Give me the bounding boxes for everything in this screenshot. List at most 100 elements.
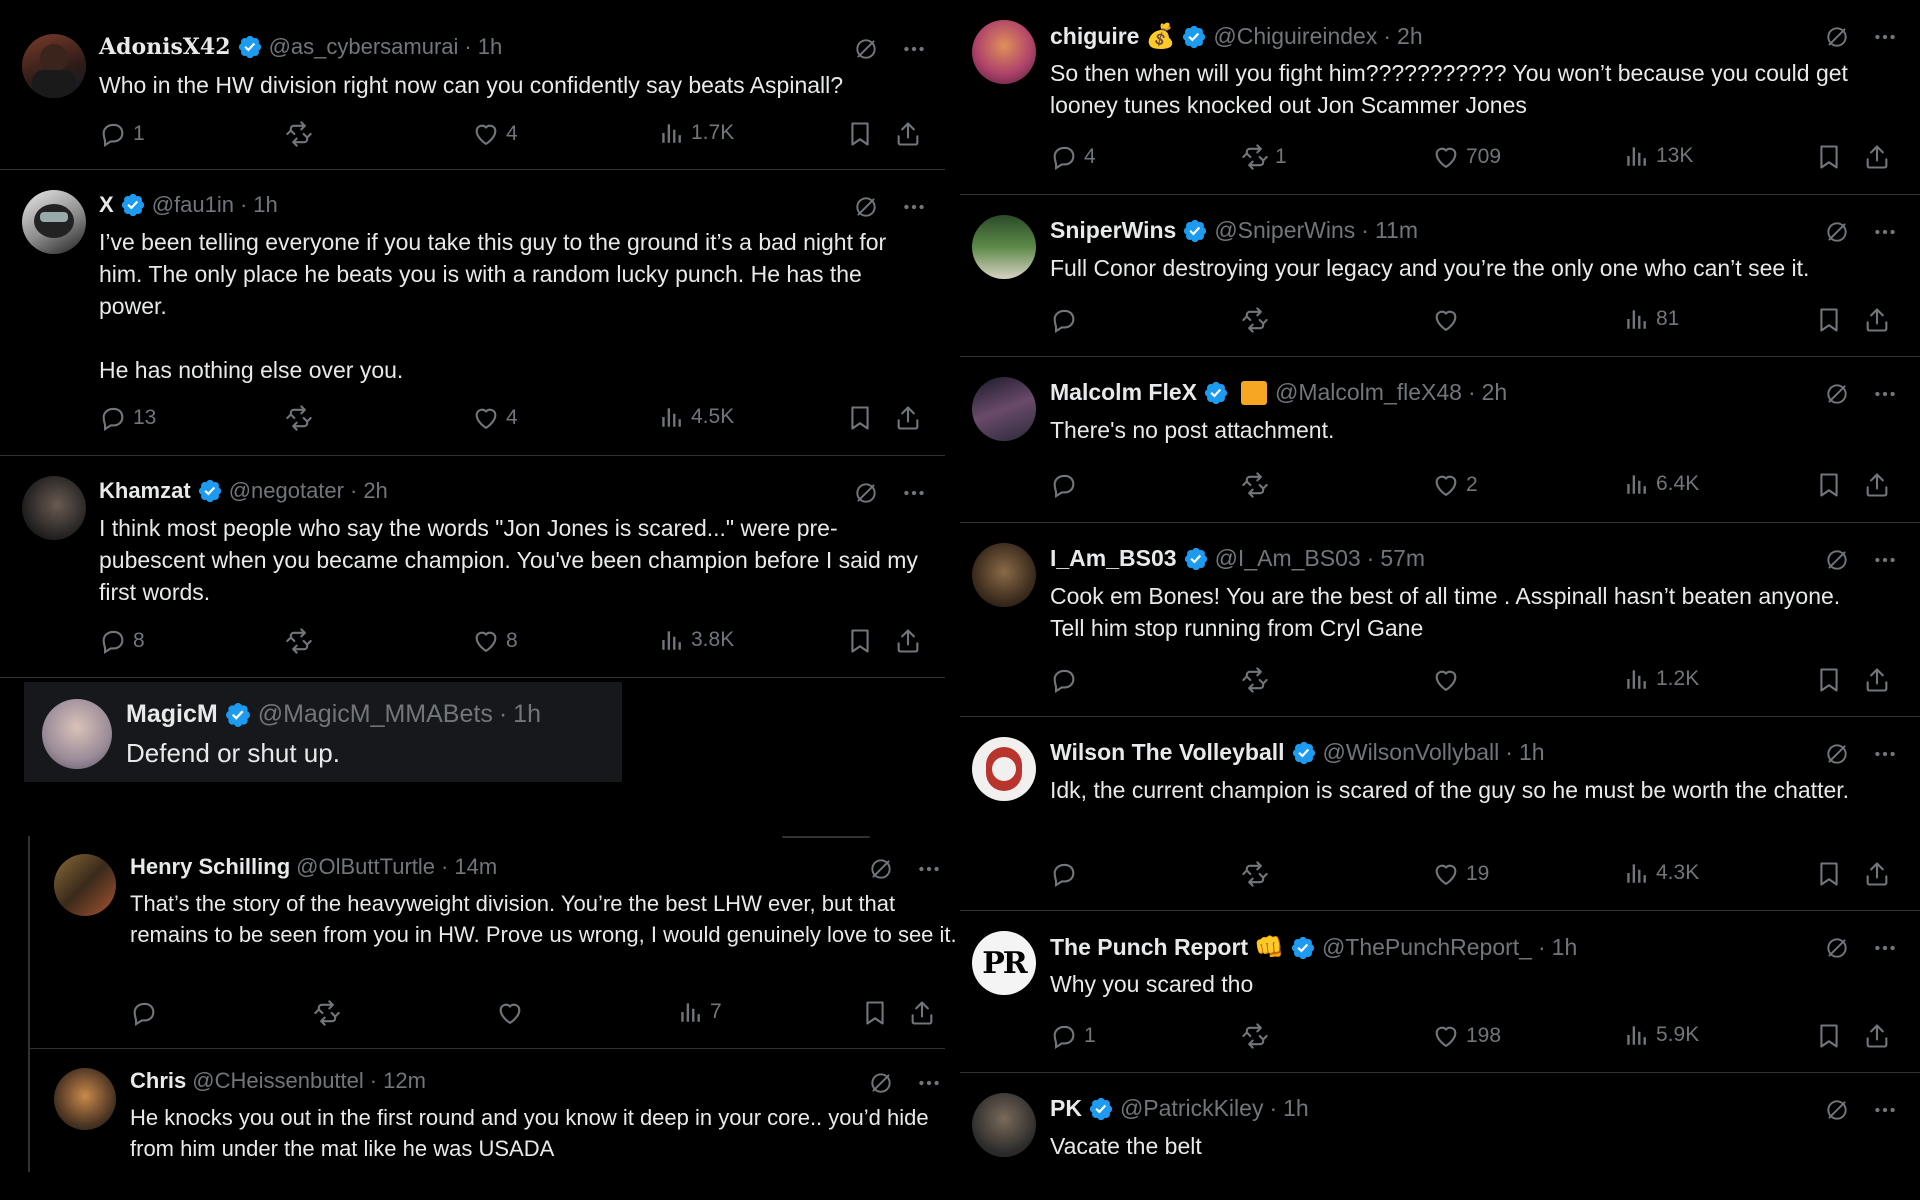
bookmark-button[interactable] <box>861 999 889 1027</box>
author-handle[interactable]: @Malcolm_fleX48 <box>1275 379 1462 406</box>
reply-button[interactable] <box>1050 666 1078 694</box>
share-button[interactable] <box>894 404 922 432</box>
repost-button[interactable] <box>1241 1022 1269 1050</box>
reply-button[interactable]: 1 <box>1050 1022 1096 1050</box>
like-button[interactable]: 198 <box>1432 1022 1501 1050</box>
avatar[interactable] <box>972 737 1036 801</box>
more-icon[interactable] <box>1872 381 1898 407</box>
tweet-punch-report[interactable]: PR The Punch Report 👊 @ThePunchReport_ ·… <box>960 911 1920 1073</box>
repost-button[interactable] <box>1241 860 1269 888</box>
reply-button[interactable]: 8 <box>99 627 145 655</box>
avatar[interactable] <box>54 854 116 916</box>
views-button[interactable]: 4.3K <box>1624 860 1699 886</box>
grok-icon[interactable] <box>1824 1097 1850 1123</box>
avatar[interactable] <box>972 20 1036 84</box>
avatar[interactable] <box>972 215 1036 279</box>
author-handle[interactable]: @MagicM_MMABets <box>258 700 493 729</box>
more-icon[interactable] <box>1872 935 1898 961</box>
reply-button[interactable]: 13 <box>99 404 156 432</box>
bookmark-button[interactable] <box>1815 1022 1843 1050</box>
author-name[interactable]: MagicM <box>126 700 218 729</box>
grok-icon[interactable] <box>868 856 894 882</box>
author-name[interactable]: I_Am_BS03 <box>1050 545 1177 572</box>
like-button[interactable] <box>1432 666 1460 694</box>
author-handle[interactable]: @as_cybersamurai <box>269 34 459 60</box>
timestamp[interactable]: 14m <box>454 854 497 880</box>
tweet-x[interactable]: X @fau1in · 1h I’ve been telling everyon… <box>0 170 945 456</box>
like-button[interactable]: 19 <box>1432 860 1489 888</box>
timestamp[interactable]: 1h <box>1552 934 1578 961</box>
timestamp[interactable]: 2h <box>1482 379 1508 406</box>
views-button[interactable]: 81 <box>1624 306 1679 332</box>
avatar[interactable]: PR <box>972 931 1036 995</box>
timestamp[interactable]: 12m <box>383 1068 426 1094</box>
timestamp[interactable]: 1h <box>253 192 277 218</box>
avatar[interactable] <box>42 699 112 769</box>
share-button[interactable] <box>1863 471 1891 499</box>
thread-reply-chris[interactable]: Chris @CHeissenbuttel · 12m He knocks yo… <box>30 1050 945 1180</box>
timestamp[interactable]: 57m <box>1380 545 1425 572</box>
more-icon[interactable] <box>1872 219 1898 245</box>
bookmark-button[interactable] <box>1815 666 1843 694</box>
author-name[interactable]: Wilson The Volleyball <box>1050 739 1285 766</box>
bookmark-button[interactable] <box>1815 306 1843 334</box>
share-button[interactable] <box>894 120 922 148</box>
views-button[interactable]: 3.8K <box>659 627 734 653</box>
grok-icon[interactable] <box>853 194 879 220</box>
like-button[interactable]: 4 <box>472 120 518 148</box>
author-name[interactable]: PK <box>1050 1095 1082 1122</box>
grok-icon[interactable] <box>853 36 879 62</box>
author-name[interactable]: Khamzat <box>99 478 191 504</box>
grok-icon[interactable] <box>1824 381 1850 407</box>
share-button[interactable] <box>894 627 922 655</box>
grok-icon[interactable] <box>868 1070 894 1096</box>
reply-button[interactable] <box>130 999 158 1027</box>
views-button[interactable]: 4.5K <box>659 404 734 430</box>
views-button[interactable]: 7 <box>678 999 722 1025</box>
reply-button[interactable]: 4 <box>1050 143 1096 171</box>
avatar[interactable] <box>972 1093 1036 1157</box>
repost-button[interactable] <box>1241 666 1269 694</box>
avatar[interactable] <box>972 543 1036 607</box>
grok-icon[interactable] <box>1824 219 1850 245</box>
more-icon[interactable] <box>901 36 927 62</box>
more-icon[interactable] <box>916 856 942 882</box>
repost-button[interactable] <box>285 627 313 655</box>
tweet-sniperwins[interactable]: SniperWins @SniperWins · 11m Full Conor … <box>960 195 1920 357</box>
timestamp[interactable]: 1h <box>1519 739 1545 766</box>
more-icon[interactable] <box>901 194 927 220</box>
repost-button[interactable] <box>285 404 313 432</box>
tweet-adonisx42[interactable]: AdonisX42 @as_cybersamurai · 1h Who in t… <box>0 12 945 170</box>
avatar[interactable] <box>22 476 86 540</box>
like-button[interactable] <box>1432 306 1460 334</box>
bookmark-button[interactable] <box>846 404 874 432</box>
like-button[interactable]: 2 <box>1432 471 1478 499</box>
bookmark-button[interactable] <box>1815 471 1843 499</box>
bookmark-button[interactable] <box>1815 860 1843 888</box>
share-button[interactable] <box>1863 143 1891 171</box>
author-handle[interactable]: @fau1in <box>152 192 234 218</box>
grok-icon[interactable] <box>1824 547 1850 573</box>
views-button[interactable]: 6.4K <box>1624 471 1699 497</box>
author-handle[interactable]: @SniperWins <box>1214 217 1355 244</box>
more-icon[interactable] <box>1872 547 1898 573</box>
tweet-malcolm-flex[interactable]: Malcolm FleX @Malcolm_fleX48 · 2h There'… <box>960 357 1920 523</box>
more-icon[interactable] <box>1872 24 1898 50</box>
bookmark-button[interactable] <box>1815 143 1843 171</box>
repost-button[interactable] <box>285 120 313 148</box>
reply-button[interactable]: 1 <box>99 120 145 148</box>
author-name[interactable]: Chris <box>130 1068 186 1094</box>
avatar[interactable] <box>22 190 86 254</box>
author-handle[interactable]: @CHeissenbuttel <box>192 1068 364 1094</box>
grok-icon[interactable] <box>1824 935 1850 961</box>
quoted-reply-magicm[interactable]: MagicM @MagicM_MMABets · 1h Defend or sh… <box>24 682 622 782</box>
like-button[interactable]: 8 <box>472 627 518 655</box>
like-button[interactable]: 4 <box>472 404 518 432</box>
author-handle[interactable]: @negotater <box>229 478 344 504</box>
timestamp[interactable]: 11m <box>1375 217 1418 244</box>
avatar[interactable] <box>54 1068 116 1130</box>
views-button[interactable]: 5.9K <box>1624 1022 1699 1048</box>
more-icon[interactable] <box>901 480 927 506</box>
tweet-khamzat[interactable]: Khamzat @negotater · 2h I think most peo… <box>0 456 945 678</box>
author-name[interactable]: The Punch Report <box>1050 934 1248 961</box>
